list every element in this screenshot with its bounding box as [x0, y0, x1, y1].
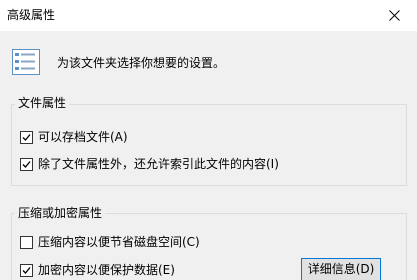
window-title: 高级属性: [7, 8, 56, 22]
checkbox-checked-icon: [20, 130, 33, 144]
index-checkbox-label: 除了文件属性外，还允许索引此文件的内容(I): [38, 157, 279, 171]
checkbox-checked-icon: [20, 157, 33, 171]
compress-checkbox[interactable]: 压缩内容以便节省磁盘空间(C): [20, 233, 200, 251]
archive-checkbox-label: 可以存档文件(A): [38, 130, 128, 144]
close-button[interactable]: [372, 0, 417, 31]
archive-checkbox[interactable]: 可以存档文件(A): [20, 128, 128, 146]
checkbox-unchecked-icon: [20, 235, 33, 249]
title-bar: 高级属性: [0, 0, 417, 31]
compress-checkbox-label: 压缩内容以便节省磁盘空间(C): [38, 235, 200, 249]
intro-text: 为该文件夹选择你想要的设置。: [57, 56, 226, 70]
details-button[interactable]: 详细信息(D): [301, 258, 381, 280]
close-icon: [389, 10, 400, 21]
advanced-attributes-dialog: 高级属性 为该文件夹选择你想要的设置。 文件属性 可以存档文件(A) 除了文件属…: [0, 0, 417, 280]
checkbox-checked-icon: [20, 263, 33, 277]
settings-list-icon: [12, 49, 40, 75]
encrypt-checkbox-label: 加密内容以便保护数据(E): [38, 263, 175, 277]
encrypt-checkbox[interactable]: 加密内容以便保护数据(E): [20, 261, 175, 279]
file-attributes-legend: 文件属性: [15, 95, 70, 111]
compress-encrypt-legend: 压缩或加密属性: [15, 205, 106, 221]
index-checkbox[interactable]: 除了文件属性外，还允许索引此文件的内容(I): [20, 155, 279, 173]
